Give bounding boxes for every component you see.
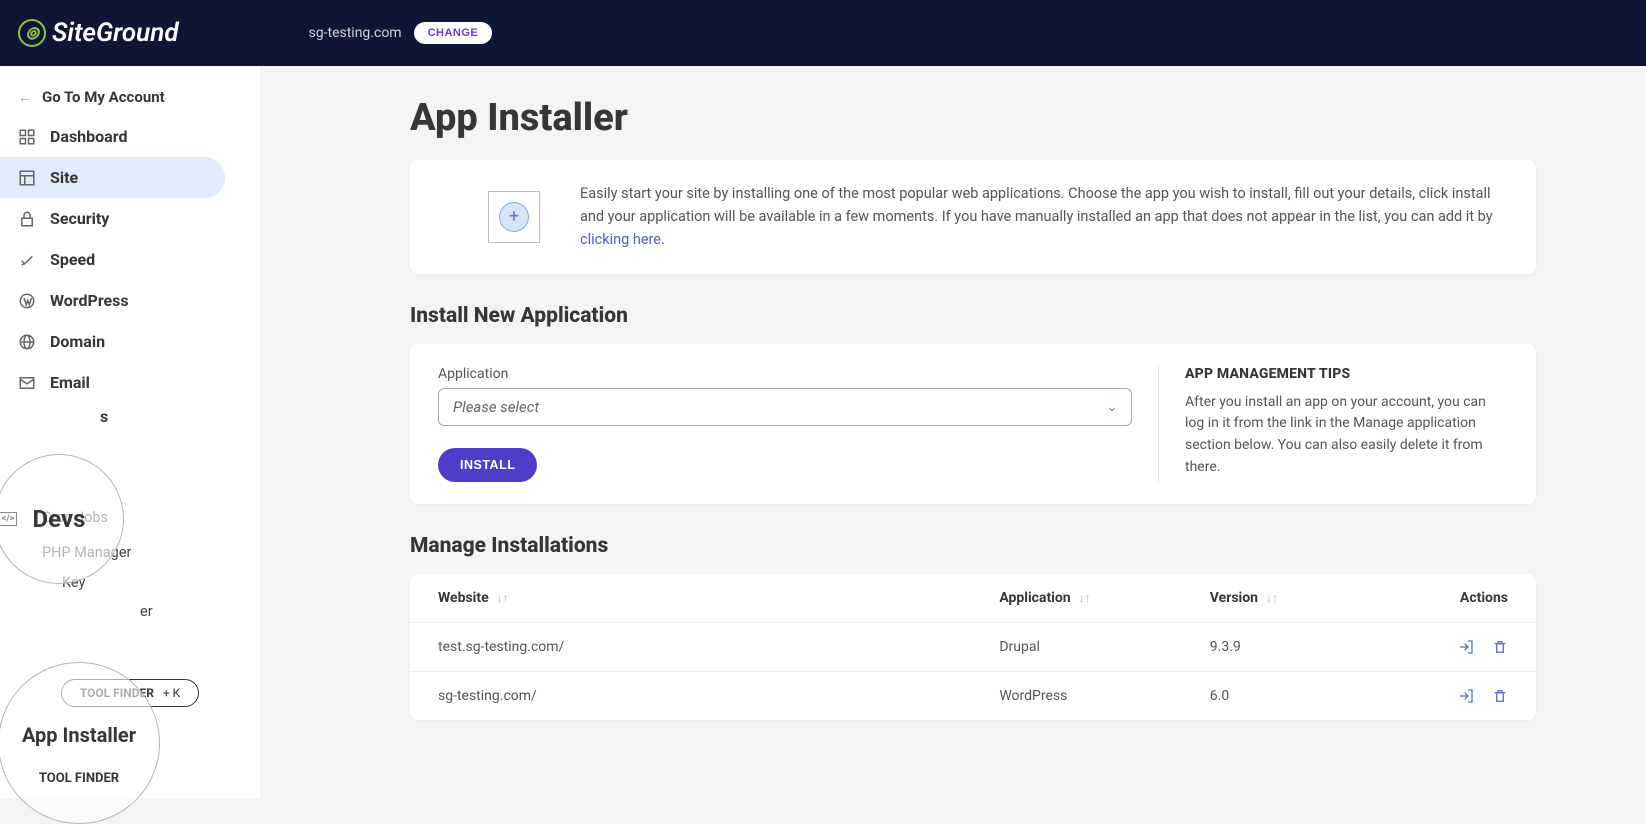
sidebar-sub-cron[interactable]: Cron Jobs [0,500,260,535]
sort-icon: ↓↑ [497,591,509,605]
tips-title: APP MANAGEMENT TIPS [1185,366,1508,382]
table-row: test.sg-testing.com/ Drupal 9.3.9 [410,622,1536,671]
sidebar-partial: s [0,407,260,426]
cell-website: sg-testing.com/ [438,688,999,704]
col-header-application[interactable]: Application↓↑ [999,590,1209,606]
sidebar-item-site[interactable]: Site [0,157,225,198]
back-label: Go To My Account [42,88,165,106]
application-label: Application [438,366,1132,382]
intro-text: Easily start your site by installing one… [580,182,1508,252]
top-bar: ⊚ SiteGround sg-testing.com CHANGE [0,0,1646,66]
change-site-button[interactable]: CHANGE [414,22,493,44]
sidebar-item-speed[interactable]: Speed [0,239,225,280]
wordpress-icon [18,292,36,310]
install-heading: Install New Application [410,304,1536,328]
rocket-icon [18,251,36,269]
manage-heading: Manage Installations [410,534,1536,558]
layout-icon [18,169,36,187]
cell-application: WordPress [999,688,1209,704]
plus-circle-icon: + [499,202,529,232]
sidebar-item-dashboard[interactable]: Dashboard [0,116,225,157]
swirl-icon: ⊚ [18,19,46,47]
main-content: App Installer + Easily start your site b… [260,66,1646,798]
install-button[interactable]: INSTALL [438,448,537,482]
login-icon[interactable] [1458,688,1474,704]
back-to-account[interactable]: ← Go To My Account [0,78,260,116]
col-header-actions: Actions [1403,590,1508,606]
sidebar-item-domain[interactable]: Domain [0,321,225,362]
sidebar-item-wordpress[interactable]: WordPress [0,280,225,321]
sidebar-item-label: Speed [50,250,95,269]
sidebar-item-label: WordPress [50,291,129,310]
select-placeholder: Please select [453,398,539,416]
brand-text: SiteGround [52,18,179,48]
login-icon[interactable] [1458,639,1474,655]
install-card: Application Please select ⌄ INSTALL APP … [410,344,1536,504]
intro-icon-frame: + [488,191,540,243]
sidebar-partial-key: Key [0,570,260,593]
col-header-version[interactable]: Version↓↑ [1210,590,1403,606]
clicking-here-link[interactable]: clicking here [580,231,661,248]
installations-table: Website↓↑ Application↓↑ Version↓↑ Action… [410,574,1536,720]
sidebar-item-label: Email [50,373,90,392]
sidebar-partial-er: er [0,593,260,630]
tips-body: After you install an app on your account… [1185,392,1508,479]
intro-card: + Easily start your site by installing o… [410,160,1536,274]
sidebar: ← Go To My Account Dashboard Site Securi… [0,66,260,798]
table-row: sg-testing.com/ WordPress 6.0 [410,671,1536,720]
globe-icon [18,333,36,351]
cell-website: test.sg-testing.com/ [438,639,999,655]
sidebar-item-label: Site [50,168,78,187]
sidebar-item-label: Security [50,209,109,228]
sidebar-item-label: Domain [50,332,105,351]
application-select[interactable]: Please select ⌄ [438,388,1132,426]
trash-icon[interactable] [1492,688,1508,704]
chevron-down-icon: ⌄ [1107,400,1117,414]
arrow-left-icon: ← [18,89,32,106]
cell-version: 6.0 [1210,688,1403,704]
trash-icon[interactable] [1492,639,1508,655]
sidebar-item-email[interactable]: Email [0,362,225,403]
mail-icon [18,374,36,392]
current-site: sg-testing.com [309,25,402,41]
sort-icon: ↓↑ [1079,591,1091,605]
brand-logo[interactable]: ⊚ SiteGround [18,18,179,48]
grid-icon [18,128,36,146]
cell-application: Drupal [999,639,1209,655]
sidebar-sub-php[interactable]: PHP Manager [0,535,260,570]
sort-icon: ↓↑ [1266,591,1278,605]
lock-icon [18,210,36,228]
page-title: App Installer [410,96,1536,140]
sidebar-item-security[interactable]: Security [0,198,225,239]
col-header-website[interactable]: Website↓↑ [438,590,999,606]
sidebar-item-label: Dashboard [50,127,127,146]
cell-version: 9.3.9 [1210,639,1403,655]
tool-finder-button[interactable]: TOOL FINDER + K [61,679,199,707]
